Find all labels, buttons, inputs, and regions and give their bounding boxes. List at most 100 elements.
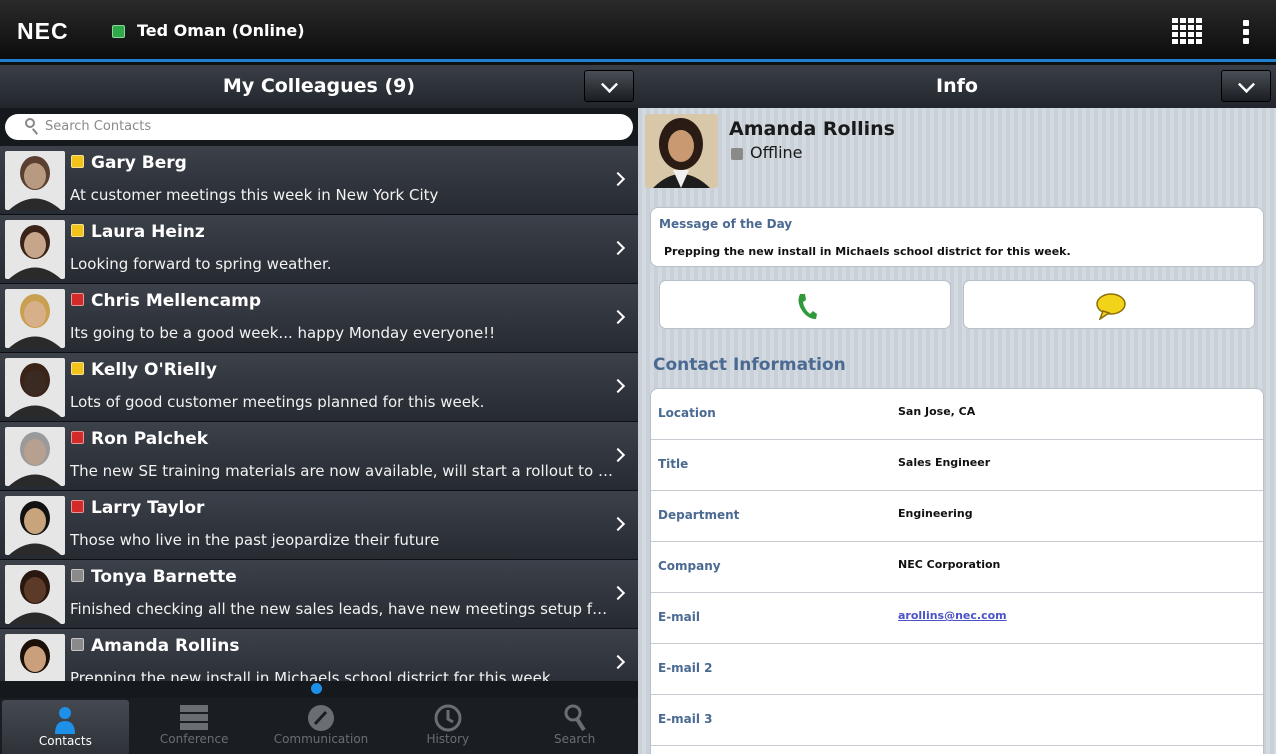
avatar [5, 634, 65, 681]
contact-status-message: Looking forward to spring weather. [70, 255, 332, 273]
presence-status-indicator [71, 569, 84, 582]
phone-icon [798, 294, 817, 319]
presence-status-indicator [71, 362, 84, 375]
info-row-e-mail-3: E-mail 3 [651, 695, 1263, 746]
chevron-right-icon [610, 585, 626, 601]
online-status-indicator[interactable] [112, 25, 125, 38]
motd-text: Prepping the new install in Michaels sch… [664, 245, 1071, 258]
overflow-menu-icon[interactable] [1243, 20, 1249, 44]
contact-name: Amanda Rollins [729, 118, 895, 140]
presence-status-indicator [71, 293, 84, 306]
info-row-department: Department Engineering [651, 491, 1263, 542]
contact-name: Gary Berg [91, 153, 187, 173]
tab-contacts[interactable]: Contacts [2, 700, 129, 754]
info-row-e-mail-2: E-mail 2 [651, 644, 1263, 695]
chevron-right-icon [610, 447, 626, 463]
tab-label: Search [553, 732, 596, 746]
info-label: Department [658, 508, 740, 522]
info-row-e-mail[interactable]: E-mail arollins@nec.com [651, 593, 1263, 644]
contact-photo [645, 114, 718, 188]
info-value: NEC Corporation [898, 558, 1001, 571]
avatar [5, 289, 65, 348]
chat-button[interactable] [963, 280, 1255, 329]
contact-status-message: Finished checking all the new sales lead… [70, 600, 615, 618]
info-label: E-mail [658, 610, 701, 624]
avatar [5, 151, 65, 210]
contact-row[interactable]: Laura Heinz Looking forward to spring wea… [0, 215, 638, 284]
tab-conference[interactable]: Conference [131, 698, 258, 754]
contact-information-table: Location San Jose, CA Title Sales Engineer D… [650, 388, 1264, 754]
info-row-location: Location San Jose, CA [651, 389, 1263, 440]
avatar [5, 565, 65, 624]
offline-status-indicator [731, 148, 743, 160]
message-of-the-day: Message of the Day Prepping the new inst… [650, 207, 1264, 267]
tab-label: Communication [273, 732, 369, 746]
contact-row[interactable]: Gary Berg At customer meetings this week … [0, 146, 638, 215]
tab-communication[interactable]: Communication [258, 698, 385, 754]
avatar [5, 496, 65, 555]
tab-label: Conference [159, 732, 229, 746]
search-contacts-input[interactable]: Search Contacts [5, 114, 633, 140]
search-icon [25, 118, 35, 128]
bottom-tab-bar: Contacts Conference Communication History Se… [0, 698, 638, 754]
presence-status-indicator [71, 638, 84, 651]
colleagues-header: My Colleagues (9) [0, 65, 638, 108]
info-value: Sales Engineer [898, 456, 991, 469]
contact-status-message: The new SE training materials are now av… [70, 462, 615, 480]
tab-history[interactable]: History [384, 698, 511, 754]
presence-status-indicator [71, 431, 84, 444]
contact-name: Kelly O'Rielly [91, 360, 217, 380]
contact-row[interactable]: Kelly O'Rielly Lots of good customer meet… [0, 353, 638, 422]
contact-information-title: Contact Information [653, 355, 846, 375]
contact-name: Ron Palchek [91, 429, 209, 449]
tab-label: Contacts [38, 734, 92, 748]
colleagues-title: My Colleagues (9) [222, 75, 416, 97]
contact-status-message: Its going to be a good week... happy Mon… [70, 324, 496, 342]
tab-search[interactable]: Search [511, 698, 638, 754]
email-link[interactable]: arollins@nec.com [898, 609, 1007, 622]
motd-heading: Message of the Day [659, 217, 793, 231]
chevron-right-icon [610, 378, 626, 394]
contact-row[interactable]: Larry Taylor Those who live in the past j… [0, 491, 638, 560]
contact-name: Larry Taylor [91, 498, 205, 518]
contact-row[interactable]: Ron Palchek The new SE training materials… [0, 422, 638, 491]
chevron-right-icon [610, 309, 626, 325]
chevron-right-icon [610, 654, 626, 670]
contact-row[interactable]: Amanda Rollins Prepping the new install i… [0, 629, 638, 681]
info-value: Engineering [898, 507, 973, 520]
call-button[interactable] [659, 280, 951, 329]
contact-name: Amanda Rollins [91, 636, 240, 656]
contact-name: Tonya Barnette [91, 567, 237, 587]
contact-status-message: Prepping the new install in Michaels sch… [70, 669, 556, 681]
tab-label: History [426, 732, 470, 746]
nec-logo: NEC [17, 18, 69, 44]
page-indicator-dot [311, 683, 322, 694]
contact-row[interactable]: Tonya Barnette Finished checking all the … [0, 560, 638, 629]
info-dropdown-button[interactable] [1221, 70, 1271, 102]
info-label: Location [658, 406, 716, 420]
chevron-right-icon [610, 171, 626, 187]
contact-info-pane: Amanda Rollins Offline Message of the Da… [638, 108, 1276, 754]
contact-row[interactable]: Chris Mellencamp Its going to be a good w… [0, 284, 638, 353]
presence-status-indicator [71, 224, 84, 237]
contact-list[interactable]: Gary Berg At customer meetings this week … [0, 146, 638, 681]
info-label: E-mail 3 [658, 712, 713, 726]
avatar [5, 220, 65, 279]
info-header: Info [638, 65, 1276, 108]
presence-status-indicator [71, 155, 84, 168]
info-value: San Jose, CA [898, 405, 976, 418]
contact-status-message: Lots of good customer meetings planned f… [70, 393, 485, 411]
chat-bubble-icon [1096, 293, 1126, 320]
search-placeholder: Search Contacts [45, 119, 152, 134]
info-title: Info [936, 75, 978, 97]
info-row-company: Company NEC Corporation [651, 542, 1263, 593]
colleagues-dropdown-button[interactable] [584, 70, 634, 102]
info-label: Title [658, 457, 689, 471]
chevron-right-icon [610, 240, 626, 256]
current-user-status[interactable]: Ted Oman (Online) [137, 21, 305, 40]
info-label: Company [658, 559, 721, 573]
top-bar: NEC Ted Oman (Online) [0, 0, 1276, 62]
chevron-right-icon [610, 516, 626, 532]
grid-apps-icon[interactable] [1172, 18, 1203, 46]
avatar [5, 427, 65, 486]
